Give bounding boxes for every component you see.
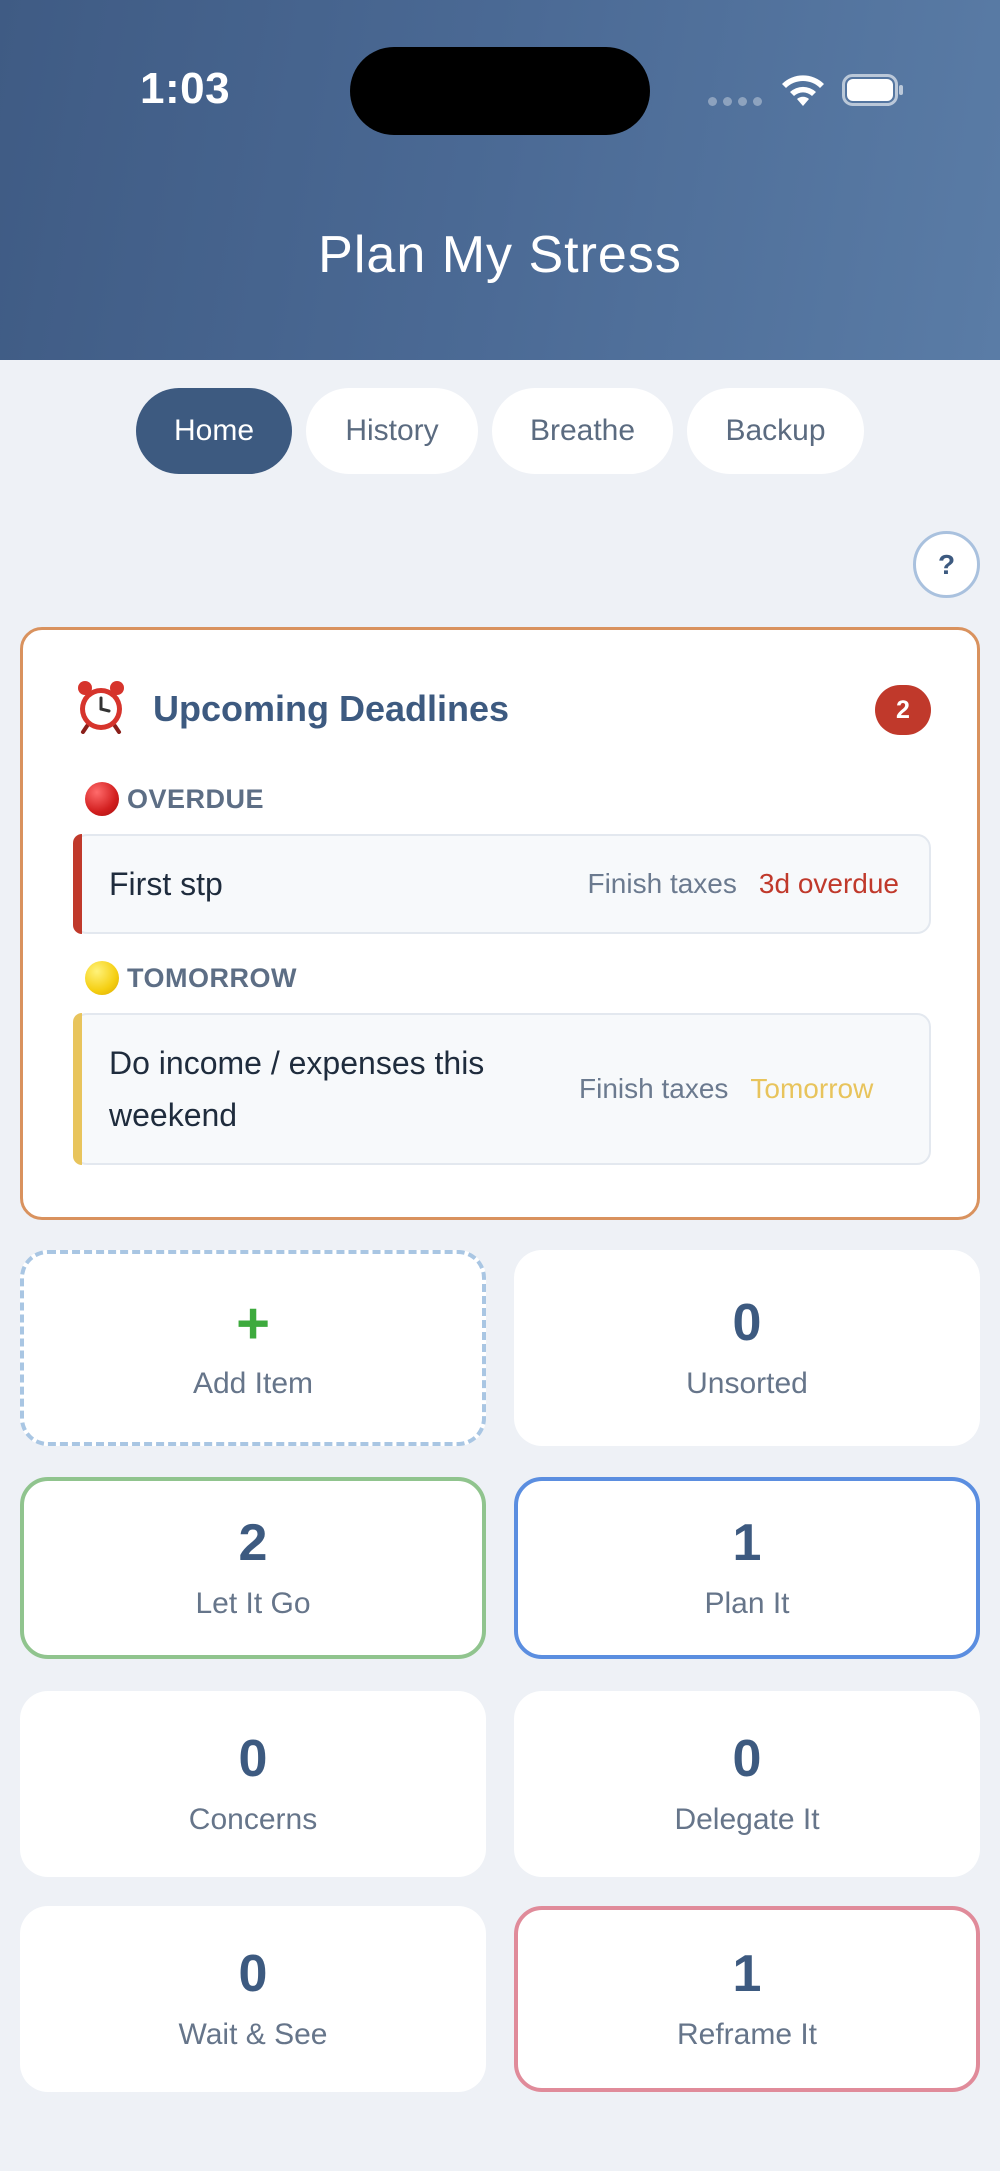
- unsorted-card[interactable]: 0 Unsorted: [514, 1250, 980, 1446]
- yellow-circle-icon: [85, 961, 119, 995]
- red-circle-icon: [85, 782, 119, 816]
- deadlines-title: Upcoming Deadlines: [153, 688, 510, 729]
- card-label: Add Item: [192, 1367, 314, 1400]
- group-label-text: TOMORROW: [127, 962, 297, 993]
- tab-home[interactable]: Home: [136, 388, 292, 474]
- let-it-go-card[interactable]: 2 Let It Go: [20, 1477, 486, 1659]
- plan-it-card[interactable]: 1 Plan It: [514, 1477, 980, 1659]
- deadline-item-project: Finish taxes: [579, 1073, 729, 1104]
- nav-tabs: Home History Breathe Backup: [0, 388, 1000, 474]
- deadline-item-due: Tomorrow: [750, 1073, 874, 1104]
- help-button[interactable]: ?: [913, 531, 980, 598]
- card-label: Delegate It: [674, 1802, 820, 1836]
- deadline-item-project: Finish taxes: [587, 868, 737, 899]
- wait-and-see-card[interactable]: 0 Wait & See: [20, 1906, 486, 2092]
- card-label: Unsorted: [686, 1366, 808, 1400]
- deadline-item-name: Do income / expenses this weekend: [109, 1045, 485, 1133]
- card-label: Let It Go: [195, 1586, 311, 1620]
- upcoming-deadlines-panel: Upcoming Deadlines 2 OVERDUE First stp F…: [20, 627, 980, 1220]
- deadline-item-name: First stp: [109, 866, 223, 902]
- status-time: 1:03: [140, 64, 231, 113]
- card-label: Concerns: [188, 1802, 318, 1836]
- tab-breathe[interactable]: Breathe: [492, 388, 673, 474]
- tab-backup[interactable]: Backup: [687, 388, 864, 474]
- add-item-button[interactable]: + Add Item: [20, 1250, 486, 1446]
- cellular-signal-icon: [708, 97, 762, 106]
- card-label: Reframe It: [676, 2017, 818, 2051]
- card-count: 0: [732, 1730, 762, 1789]
- deadline-item[interactable]: First stp Finish taxes 3d overdue: [73, 834, 931, 934]
- card-count: 0: [732, 1294, 762, 1353]
- group-label-tomorrow: TOMORROW: [85, 961, 297, 995]
- dynamic-island: [350, 47, 650, 135]
- reframe-it-card[interactable]: 1 Reframe It: [514, 1906, 980, 2092]
- card-count: 1: [732, 1945, 762, 2004]
- deadline-item[interactable]: Do income / expenses this weekend Finish…: [73, 1013, 931, 1165]
- card-count: 2: [238, 1514, 268, 1573]
- app-title: Plan My Stress: [318, 226, 682, 284]
- wifi-icon: [782, 75, 824, 106]
- card-label: Wait & See: [178, 2017, 328, 2051]
- concerns-card[interactable]: 0 Concerns: [20, 1691, 486, 1877]
- card-label: Plan It: [704, 1586, 790, 1620]
- app-header: 1:03 Plan My Stress: [0, 0, 1000, 360]
- group-label-text: OVERDUE: [127, 783, 265, 814]
- plus-icon: +: [236, 1291, 270, 1356]
- delegate-it-card[interactable]: 0 Delegate It: [514, 1691, 980, 1877]
- card-count: 0: [238, 1730, 268, 1789]
- battery-icon: [842, 74, 903, 106]
- card-count: 0: [238, 1945, 268, 2004]
- status-bar: 1:03: [0, 0, 1000, 180]
- tab-history[interactable]: History: [306, 388, 478, 474]
- deadline-indicator-bar: [73, 1013, 82, 1165]
- card-count: 1: [732, 1514, 762, 1573]
- alarm-clock-icon: [78, 681, 124, 734]
- deadline-count-badge: 2: [875, 685, 931, 735]
- group-label-overdue: OVERDUE: [85, 782, 264, 816]
- deadline-item-due: 3d overdue: [758, 868, 899, 899]
- deadline-indicator-bar: [73, 834, 82, 934]
